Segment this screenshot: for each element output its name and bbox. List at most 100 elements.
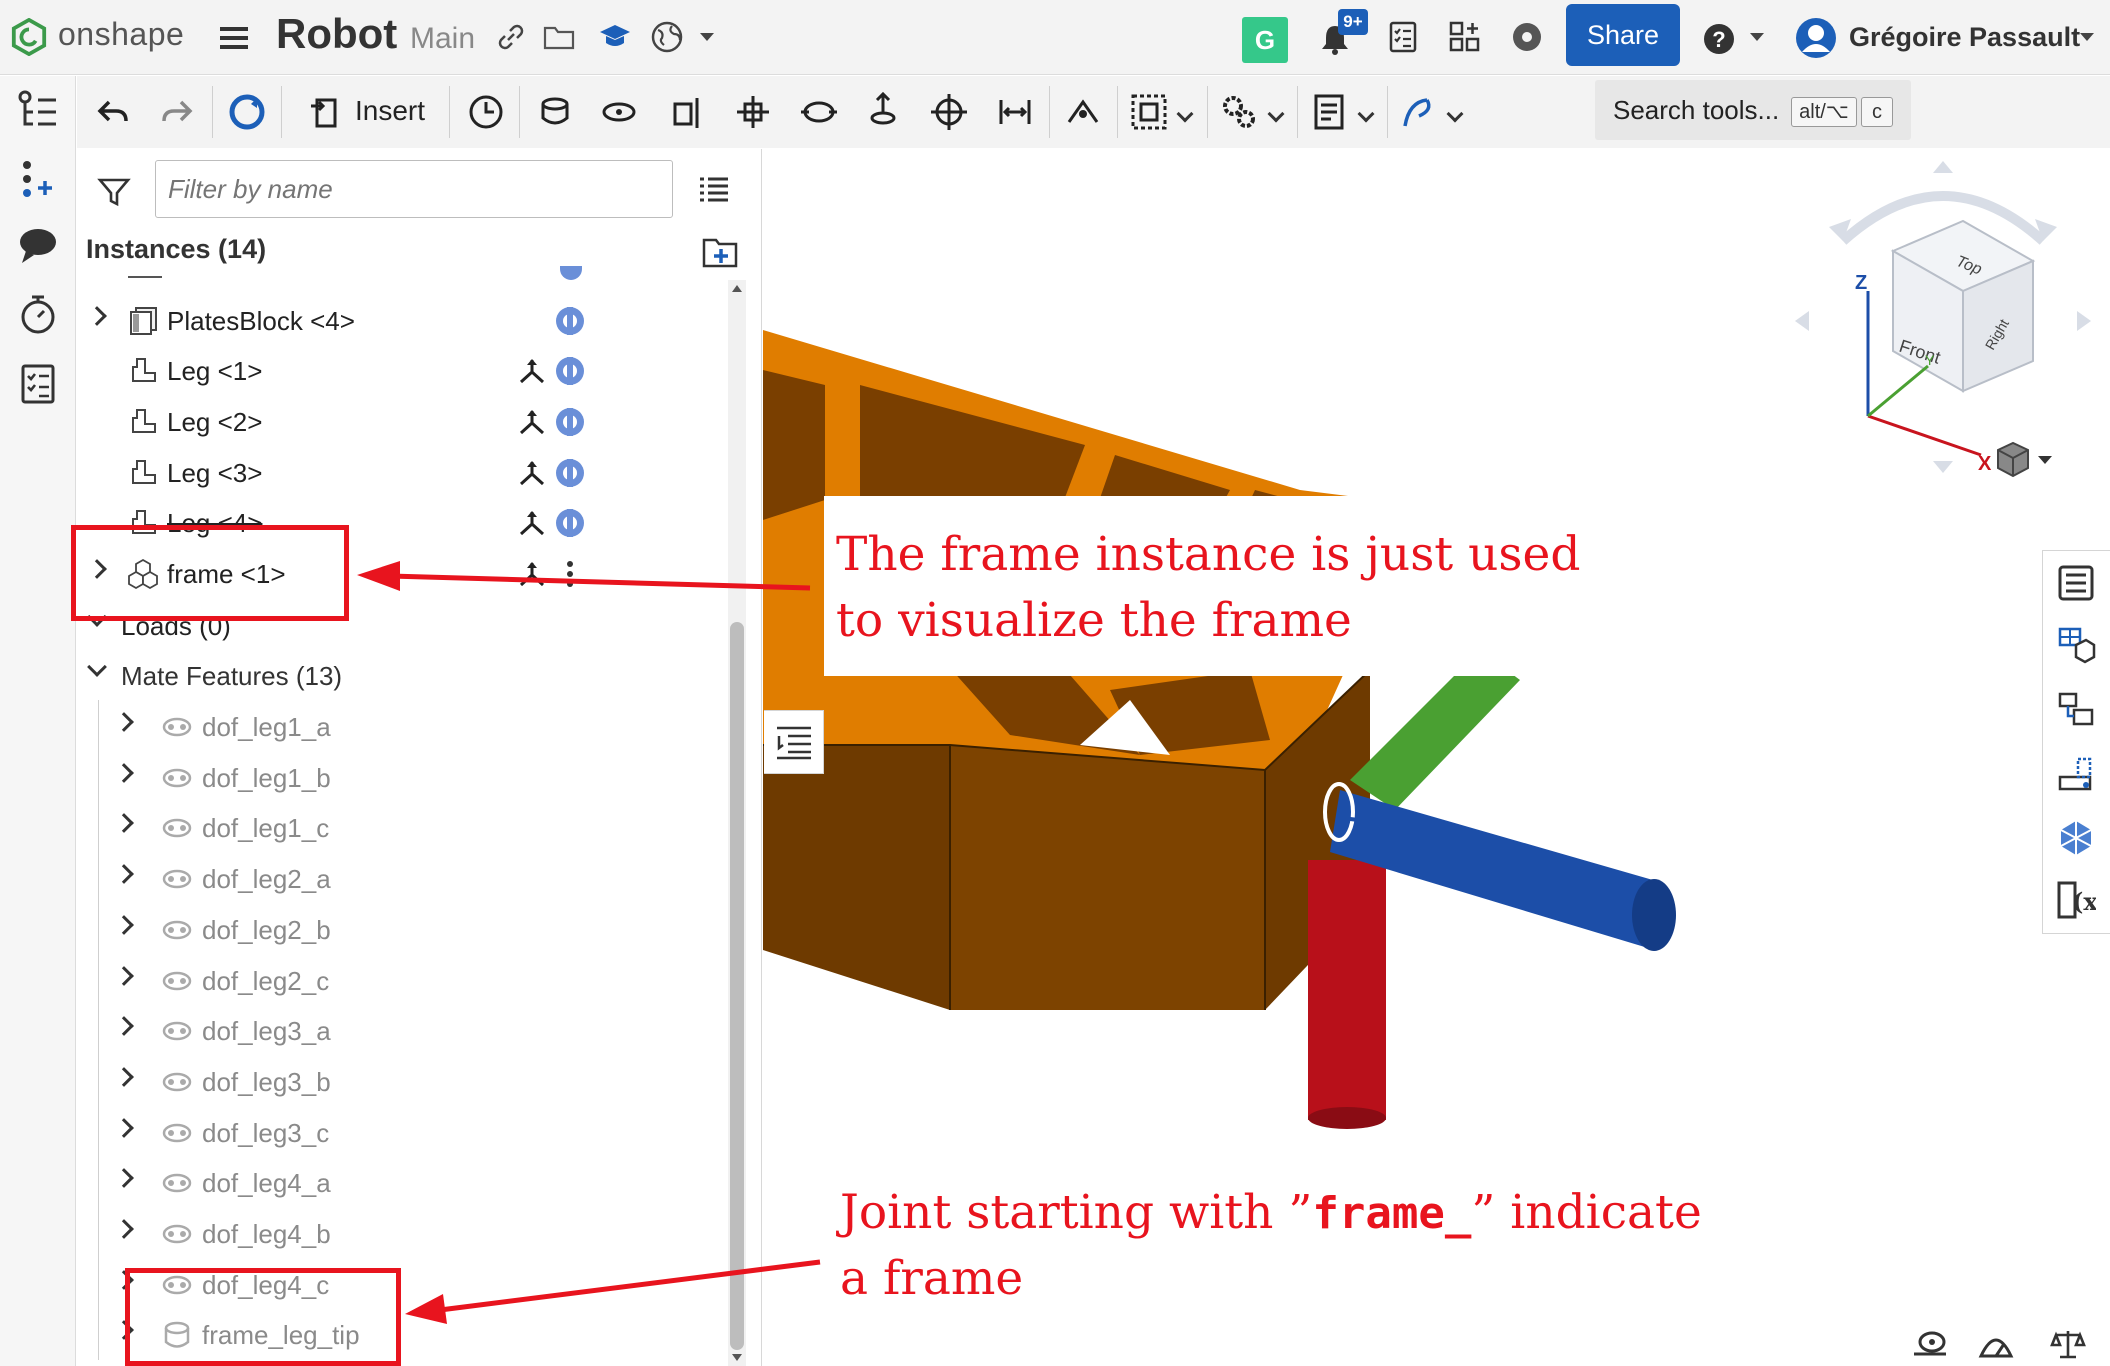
mate-row-dof-leg2-a[interactable]: dof_leg2_a: [77, 853, 737, 903]
more-options-icon[interactable]: [554, 558, 586, 590]
scroll-up-arrow-icon[interactable]: [730, 282, 744, 294]
onshape-logo-icon[interactable]: [10, 18, 48, 56]
redo-icon[interactable]: [157, 92, 197, 132]
bom-table-icon[interactable]: [2056, 625, 2096, 665]
add-folder-icon[interactable]: [700, 234, 740, 270]
filter-icon[interactable]: [97, 175, 131, 209]
measure-list-icon[interactable]: [1310, 92, 1350, 132]
gears-icon[interactable]: [1219, 92, 1259, 132]
mate-row-dof-leg1-b[interactable]: dof_leg1_b: [77, 752, 737, 802]
expand-chevron-icon[interactable]: [114, 864, 134, 884]
help-icon[interactable]: ?: [1702, 22, 1736, 56]
mate-connector-icon[interactable]: [1063, 92, 1103, 132]
dof-axes-icon[interactable]: [517, 357, 547, 387]
mate-values-icon[interactable]: [2056, 690, 2096, 730]
expand-chevron-icon[interactable]: [114, 712, 134, 732]
scroll-down-arrow-icon[interactable]: [730, 1352, 744, 1364]
parallel-mate-icon[interactable]: [995, 92, 1035, 132]
group-dropdown-icon[interactable]: [1176, 105, 1194, 123]
view-rotate-left-icon[interactable]: [1795, 311, 1809, 331]
insert-label[interactable]: Insert: [355, 95, 425, 127]
cylindrical-mate-icon[interactable]: [799, 92, 839, 132]
group-icon[interactable]: [1129, 92, 1169, 132]
expand-chevron-icon[interactable]: [114, 1118, 134, 1138]
fastened-mate-icon[interactable]: [535, 92, 575, 132]
mate-row-dof-leg3-c[interactable]: dof_leg3_c: [77, 1107, 737, 1157]
slider-mate-icon[interactable]: [667, 92, 707, 132]
view-cube[interactable]: Top Front Right Z X Y: [1783, 161, 2103, 481]
view-rotate-up-icon[interactable]: [1933, 161, 1953, 173]
mate-row-dof-leg1-a[interactable]: dof_leg1_a: [77, 701, 737, 751]
mate-row-dof-leg2-c[interactable]: dof_leg2_c: [77, 955, 737, 1005]
instance-row-leg-3[interactable]: Leg <3>: [77, 447, 737, 497]
list-view-icon[interactable]: [697, 173, 731, 207]
menu-icon[interactable]: [218, 22, 250, 54]
mate-row-dof-leg4-a[interactable]: dof_leg4_a: [77, 1157, 737, 1207]
expand-chevron-icon[interactable]: [114, 763, 134, 783]
view-options-dropdown[interactable]: [1994, 440, 2054, 480]
expand-chevron-icon[interactable]: [114, 966, 134, 986]
expand-chevron-icon[interactable]: [114, 1016, 134, 1036]
ball-mate-icon[interactable]: [929, 92, 969, 132]
search-tools-label[interactable]: Search tools...: [1613, 95, 1779, 126]
instance-row-leg-1[interactable]: Leg <1>: [77, 345, 737, 395]
globe-icon[interactable]: [650, 20, 684, 54]
render-studio-icon[interactable]: [2056, 818, 2096, 858]
mass-properties-icon[interactable]: [1978, 1328, 2014, 1360]
app-badge[interactable]: G: [1242, 17, 1288, 63]
share-button[interactable]: Share: [1566, 4, 1680, 66]
dof-axes-icon[interactable]: [517, 408, 547, 438]
expand-chevron-icon[interactable]: [114, 1168, 134, 1188]
sketch-curve-icon[interactable]: [1399, 92, 1439, 132]
checklist-icon[interactable]: [16, 362, 60, 406]
tasks-icon[interactable]: [1386, 20, 1420, 54]
view-rotate-right-icon[interactable]: [2077, 311, 2091, 331]
dof-axes-icon[interactable]: [517, 560, 547, 590]
filter-input[interactable]: [155, 160, 673, 218]
regenerate-icon[interactable]: [227, 92, 267, 132]
mate-row-dof-leg3-b[interactable]: dof_leg3_b: [77, 1056, 737, 1106]
dof-axes-icon[interactable]: [517, 509, 547, 539]
planar-mate-icon[interactable]: [733, 92, 773, 132]
properties-panel-icon[interactable]: [2056, 563, 2096, 603]
feature-list-toggle-icon[interactable]: [774, 722, 814, 762]
history-clock-icon[interactable]: [466, 92, 506, 132]
fixed-status-icon[interactable]: [554, 355, 586, 387]
add-instance-icon[interactable]: [16, 158, 60, 202]
variables-panel-icon[interactable]: (x): [2056, 880, 2096, 920]
stopwatch-icon[interactable]: [16, 292, 60, 336]
appearance-panel-icon[interactable]: [2056, 755, 2096, 795]
measure-tape-icon[interactable]: [1912, 1328, 1948, 1360]
view-rotate-down-icon[interactable]: [1933, 461, 1953, 473]
learning-cap-icon[interactable]: [598, 20, 632, 54]
expand-chevron-icon[interactable]: [114, 915, 134, 935]
mate-row-dof-leg4-b[interactable]: dof_leg4_b: [77, 1208, 737, 1258]
user-name[interactable]: Grégoire Passault: [1849, 22, 2080, 53]
dof-axes-icon[interactable]: [517, 459, 547, 489]
mate-row-dof-leg3-a[interactable]: dof_leg3_a: [77, 1005, 737, 1055]
feature-list-icon[interactable]: [16, 88, 60, 132]
branch-name[interactable]: Main: [410, 22, 475, 56]
pin-slot-mate-icon[interactable]: [863, 92, 903, 132]
document-title[interactable]: Robot: [276, 10, 397, 58]
sketch-dropdown-icon[interactable]: [1446, 105, 1464, 123]
comments-icon[interactable]: [16, 224, 60, 268]
fixed-status-icon[interactable]: [554, 305, 586, 337]
link-icon[interactable]: [494, 20, 528, 54]
instance-row-platesblock[interactable]: PlatesBlock <4>: [77, 295, 737, 345]
mate-row-dof-leg1-c[interactable]: dof_leg1_c: [77, 802, 737, 852]
expand-chevron-icon[interactable]: [114, 813, 134, 833]
insert-icon[interactable]: [307, 92, 347, 132]
user-avatar-icon[interactable]: [1794, 16, 1838, 60]
app-store-icon[interactable]: [1448, 20, 1482, 54]
mate-row-dof-leg2-b[interactable]: dof_leg2_b: [77, 904, 737, 954]
gears-dropdown-icon[interactable]: [1267, 105, 1285, 123]
fixed-status-icon[interactable]: [554, 507, 586, 539]
mates-header-row[interactable]: Mate Features (13): [77, 650, 737, 700]
revolute-mate-icon[interactable]: [599, 92, 639, 132]
expand-chevron-icon[interactable]: [114, 1067, 134, 1087]
fixed-status-icon[interactable]: [554, 457, 586, 489]
undo-icon[interactable]: [93, 92, 133, 132]
measure-dropdown-icon[interactable]: [1357, 105, 1375, 123]
instances-header[interactable]: Instances (14): [86, 234, 266, 265]
